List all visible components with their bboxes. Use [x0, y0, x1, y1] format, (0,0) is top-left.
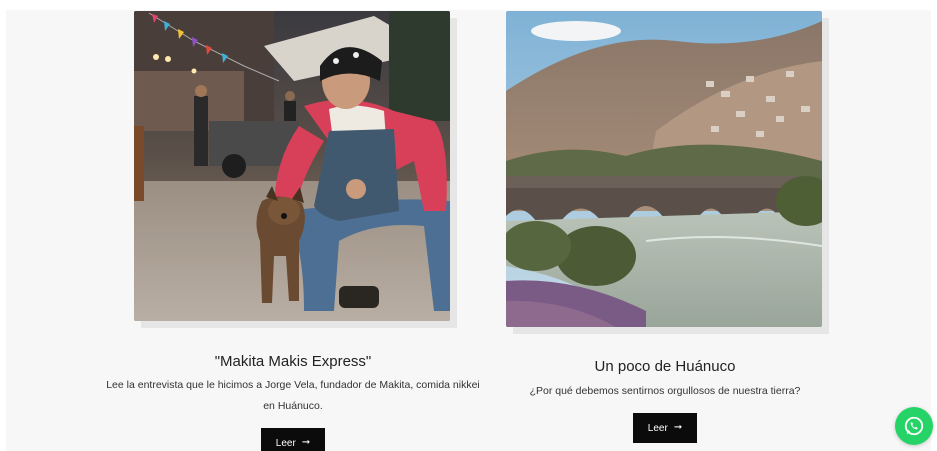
post-title[interactable]: "Makita Makis Express" — [94, 353, 492, 370]
post-image-frame[interactable] — [506, 11, 829, 334]
post-image[interactable] — [506, 11, 822, 327]
whatsapp-button[interactable] — [895, 407, 933, 445]
post-description: Lee la entrevista que le hicimos a Jorge… — [106, 379, 480, 412]
read-button-label: Leer — [275, 437, 296, 449]
whatsapp-icon — [904, 416, 924, 436]
post-card: Un poco de Huánuco ¿Por qué debemos sent… — [506, 11, 829, 443]
post-image[interactable] — [134, 11, 450, 321]
post-card: "Makita Makis Express" Lee la entrevista… — [106, 11, 480, 451]
arrow-right-icon: ➞ — [301, 437, 311, 448]
post-image-frame[interactable] — [134, 11, 457, 328]
post-description: ¿Por qué debemos sentirnos orgullosos de… — [529, 385, 801, 397]
arrow-right-icon: ➞ — [673, 422, 683, 433]
post-title[interactable]: Un poco de Huánuco — [466, 358, 864, 375]
read-button[interactable]: Leer ➞ — [261, 428, 325, 451]
read-button[interactable]: Leer ➞ — [633, 413, 697, 443]
read-button-label: Leer — [647, 422, 668, 434]
